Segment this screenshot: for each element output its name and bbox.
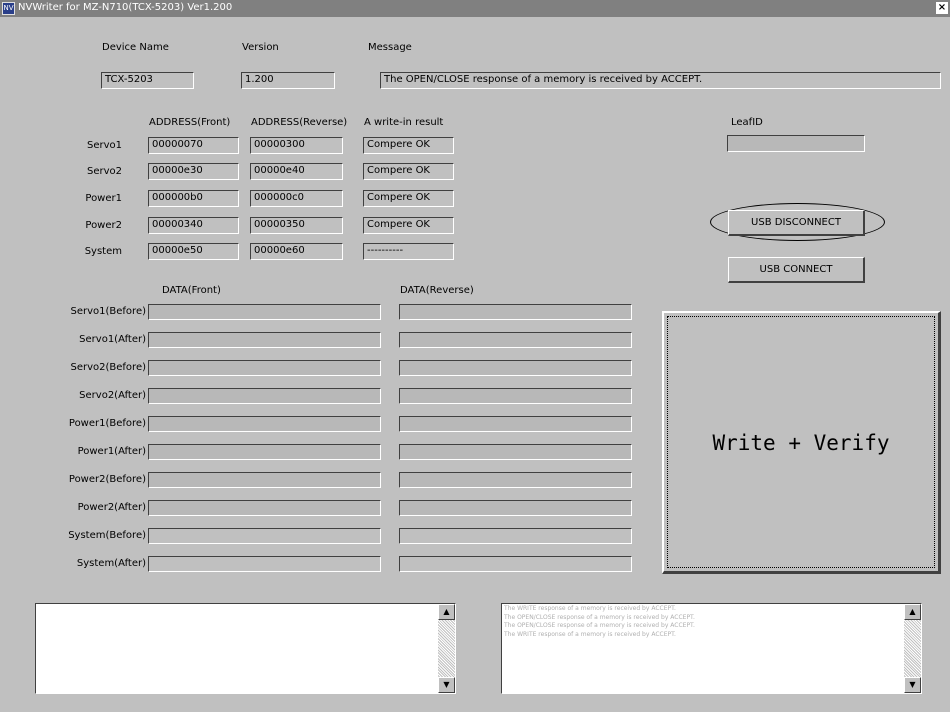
data-front-field: [148, 388, 381, 404]
address-reverse-field: 00000e40: [250, 163, 343, 180]
data-front-field: [148, 556, 381, 572]
window-title: NVWriter for MZ-N710(TCX-5203) Ver1.200: [18, 2, 233, 13]
write-verify-button[interactable]: Write + Verify: [662, 311, 941, 574]
address-row-label: Power1: [85, 193, 122, 204]
write-result-field: ----------: [363, 243, 454, 260]
write-result-field: Compere OK: [363, 137, 454, 154]
version-label: Version: [242, 42, 279, 53]
address-reverse-field: 00000300: [250, 137, 343, 154]
scroll-down-icon[interactable]: ▼: [904, 677, 921, 693]
leaf-id-label: LeafID: [731, 117, 763, 128]
data-reverse-field: [399, 388, 632, 404]
data-row-label: System(Before): [68, 530, 146, 541]
data-row-label: Power2(After): [77, 502, 146, 513]
data-reverse-field: [399, 360, 632, 376]
address-row-label: System: [84, 246, 122, 257]
data-reverse-field: [399, 416, 632, 432]
log-line: The OPEN/CLOSE response of a memory is r…: [504, 622, 695, 629]
data-reverse-field: [399, 528, 632, 544]
right-log-box[interactable]: The WRITE response of a memory is receiv…: [501, 603, 922, 694]
address-front-field: 00000340: [148, 217, 239, 234]
address-row-label: Power2: [85, 220, 122, 231]
data-reverse-header: DATA(Reverse): [400, 285, 474, 296]
data-row-label: Power2(Before): [68, 474, 146, 485]
data-front-header: DATA(Front): [162, 285, 221, 296]
address-row-label: Servo2: [86, 166, 122, 177]
data-front-field: [148, 528, 381, 544]
left-log-scrollbar[interactable]: ▲ ▼: [438, 604, 455, 693]
right-log-scrollbar[interactable]: ▲ ▼: [904, 604, 921, 693]
title-bar: NV NVWriter for MZ-N710(TCX-5203) Ver1.2…: [0, 0, 950, 17]
write-result-header: A write-in result: [364, 117, 444, 128]
log-line: The WRITE response of a memory is receiv…: [504, 630, 676, 638]
data-reverse-field: [399, 556, 632, 572]
address-front-field: 00000070: [148, 137, 239, 154]
data-row-label: Servo1(After): [79, 334, 146, 345]
data-front-field: [148, 332, 381, 348]
address-reverse-field: 000000c0: [250, 190, 343, 207]
data-reverse-field: [399, 500, 632, 516]
data-front-field: [148, 472, 381, 488]
scroll-up-icon[interactable]: ▲: [904, 604, 921, 620]
left-log-box[interactable]: ▲ ▼: [35, 603, 456, 694]
message-field: The OPEN/CLOSE response of a memory is r…: [380, 72, 941, 89]
log-line: The OPEN/CLOSE response of a memory is r…: [504, 613, 695, 621]
write-result-field: Compere OK: [363, 163, 454, 180]
version-field: 1.200: [241, 72, 335, 89]
device-name-field: TCX-5203: [101, 72, 194, 89]
data-row-label: Power1(After): [77, 446, 146, 457]
scroll-up-icon[interactable]: ▲: [438, 604, 455, 620]
data-front-field: [148, 444, 381, 460]
data-front-field: [148, 304, 381, 320]
device-name-label: Device Name: [102, 42, 169, 53]
data-reverse-field: [399, 472, 632, 488]
address-reverse-header: ADDRESS(Reverse): [251, 117, 348, 128]
address-reverse-field: 00000e60: [250, 243, 343, 260]
address-front-field: 000000b0: [148, 190, 239, 207]
data-reverse-field: [399, 304, 632, 320]
data-row-label: Servo1(Before): [70, 306, 146, 317]
data-row-label: System(After): [76, 558, 146, 569]
data-row-label: Servo2(After): [79, 390, 146, 401]
usb-connect-button[interactable]: USB CONNECT: [728, 257, 865, 283]
right-log-lines: The WRITE response of a memory is receiv…: [504, 605, 901, 639]
data-reverse-field: [399, 444, 632, 460]
data-front-field: [148, 500, 381, 516]
address-reverse-field: 00000350: [250, 217, 343, 234]
usb-disconnect-button[interactable]: USB DISCONNECT: [728, 210, 865, 236]
data-reverse-field: [399, 332, 632, 348]
address-front-field: 00000e50: [148, 243, 239, 260]
data-front-field: [148, 360, 381, 376]
log-line: The WRITE response of a memory is receiv…: [504, 605, 676, 612]
message-label: Message: [368, 42, 412, 53]
app-icon: NV: [2, 2, 15, 15]
data-row-label: Power1(Before): [68, 418, 146, 429]
close-button[interactable]: ×: [936, 2, 948, 14]
data-row-label: Servo2(Before): [70, 362, 146, 373]
address-row-label: Servo1: [86, 140, 122, 151]
write-result-field: Compere OK: [363, 217, 454, 234]
leaf-id-field: [727, 135, 865, 152]
address-front-field: 00000e30: [148, 163, 239, 180]
address-front-header: ADDRESS(Front): [149, 117, 231, 128]
data-front-field: [148, 416, 381, 432]
write-verify-label: Write + Verify: [712, 431, 890, 455]
scroll-down-icon[interactable]: ▼: [438, 677, 455, 693]
write-result-field: Compere OK: [363, 190, 454, 207]
